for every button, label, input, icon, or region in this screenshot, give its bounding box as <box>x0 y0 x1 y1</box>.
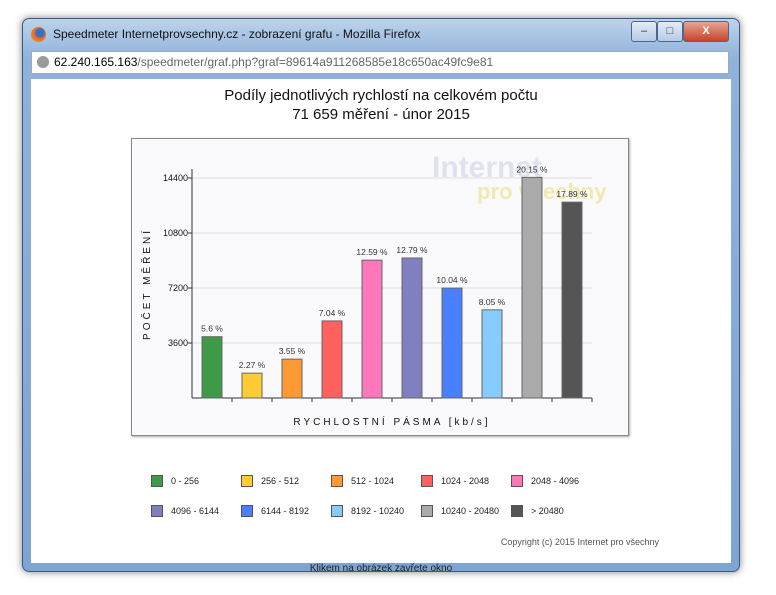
legend-label: 512 - 1024 <box>351 476 395 486</box>
bar-label: 5.6 % <box>201 324 223 334</box>
page-content[interactable]: Podíly jednotlivých rychlostí na celkové… <box>31 79 731 574</box>
chart-subtitle: 71 659 měření - únor 2015 <box>292 106 470 123</box>
bar-label: 12.79 % <box>396 245 428 255</box>
legend-swatch <box>331 475 343 487</box>
copyright: Copyright (c) 2015 Internet pro všechny <box>500 537 659 547</box>
bar <box>241 372 263 399</box>
y-tick-label: 3600 <box>168 338 188 348</box>
bar-label: 10.04 % <box>436 275 468 285</box>
bar <box>521 176 543 399</box>
browser-window: Speedmeter Internetprovsechny.cz - zobra… <box>22 18 740 574</box>
legend-label: 2048 - 4096 <box>531 476 580 486</box>
close-window-link[interactable]: Klikem na obrázek zavřete okno <box>31 563 731 574</box>
legend-label: 8192 - 10240 <box>351 506 405 516</box>
bar-label: 8.05 % <box>479 297 506 307</box>
url-host: 62.240.165.163 <box>54 55 138 69</box>
y-tick-label: 14400 <box>163 173 188 183</box>
legend-label: 1024 - 2048 <box>441 476 490 486</box>
legend-label: 256 - 512 <box>261 476 300 486</box>
legend-label: 10240 - 20480 <box>441 506 500 516</box>
legend-label: 4096 - 6144 <box>171 506 220 516</box>
chart-image[interactable]: Internet pro všechny 3600 7200 10800 14400 5.6… <box>131 138 629 436</box>
bar <box>201 336 223 399</box>
chart-title: Podíly jednotlivých rychlostí na celkové… <box>224 87 538 104</box>
legend-swatch <box>151 475 163 487</box>
legend-swatch <box>151 505 163 517</box>
bar <box>361 259 383 399</box>
legend-swatch <box>421 475 433 487</box>
bar <box>401 257 423 399</box>
bar-label: 17.89 % <box>556 189 588 199</box>
bar <box>561 201 583 399</box>
legend-swatch <box>511 475 523 487</box>
bar-label: 7.04 % <box>319 308 346 318</box>
bar <box>321 320 343 399</box>
legend-label: > 20480 <box>531 506 564 516</box>
bar-label: 20.15 % <box>516 164 548 174</box>
bar-chart: Internetpro všechny3600720010800144005.6… <box>140 151 607 428</box>
legend-label: 6144 - 8192 <box>261 506 310 516</box>
url-path: /speedmeter/graf.php?graf=89614a91126858… <box>137 55 494 69</box>
legend-swatch <box>511 505 523 517</box>
bar-label: 3.55 % <box>279 346 306 356</box>
x-axis-label: RYCHLOSTNÍ PÁSMA [kb/s] <box>293 415 490 428</box>
legend-swatch <box>421 505 433 517</box>
y-axis-label: POČET MĚŘENÍ <box>140 228 153 340</box>
globe-icon <box>37 56 49 68</box>
bar <box>441 287 463 399</box>
legend-label: 0 - 256 <box>171 476 200 486</box>
bar-label: 2.27 % <box>239 360 266 370</box>
close-button[interactable]: X <box>683 21 729 42</box>
maximize-button[interactable]: □ <box>657 21 683 42</box>
bar <box>281 358 303 399</box>
legend-swatch <box>241 475 253 487</box>
window-title: Speedmeter Internetprovsechny.cz - zobra… <box>53 27 421 41</box>
y-tick-label: 7200 <box>168 283 188 293</box>
address-bar[interactable]: 62.240.165.163/speedmeter/graf.php?graf=… <box>31 51 729 74</box>
bar <box>481 309 503 399</box>
minimize-button[interactable]: – <box>631 21 657 42</box>
firefox-icon <box>31 27 46 42</box>
legend-swatch <box>241 505 253 517</box>
legend-swatch <box>331 505 343 517</box>
y-tick-label: 10800 <box>163 228 188 238</box>
bar-label: 12.59 % <box>356 247 388 257</box>
